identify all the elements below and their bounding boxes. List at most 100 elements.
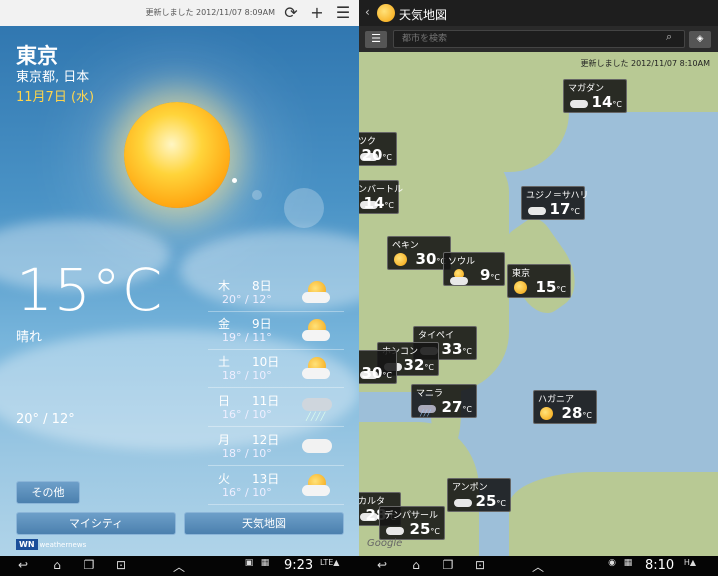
- forecast-temps: 19° / 11°: [222, 331, 272, 344]
- cloud-icon: [570, 96, 588, 110]
- back-chevron-icon[interactable]: ‹: [365, 5, 370, 19]
- app-sun-icon: [377, 4, 395, 22]
- rain-cloud-icon: ╱╱╱╱: [302, 394, 332, 422]
- city-weather-marker[interactable]: ペキン 30°C: [387, 236, 451, 270]
- city-temp: 20°C: [361, 146, 392, 164]
- city-temp: 17°C: [549, 200, 580, 218]
- city-temp: 14°C: [363, 194, 394, 212]
- forecast-day: 11日: [252, 394, 280, 408]
- forecast-dow: 土: [218, 355, 231, 369]
- updated-text: 更新しました 2012/11/07 8:10AM: [580, 59, 710, 68]
- forecast-temps: 16° / 10°: [222, 486, 272, 499]
- land-new-guinea: [509, 472, 718, 556]
- page-title: 天気地図: [399, 8, 448, 22]
- city-weather-marker[interactable]: 東京 15°C: [507, 264, 571, 298]
- refresh-icon[interactable]: ⟳: [281, 3, 301, 23]
- screenshot-icon[interactable]: ⊡: [112, 558, 130, 572]
- search-icon[interactable]: ⌕: [666, 30, 672, 44]
- partly-sunny-icon: [302, 317, 332, 345]
- city-weather-marker[interactable]: 30°C: [359, 350, 397, 384]
- recent-apps-icon[interactable]: ❐: [80, 558, 98, 572]
- city-temp: 9°C: [479, 266, 500, 284]
- forecast-dow: 日: [218, 394, 231, 408]
- back-icon[interactable]: ↩: [373, 558, 391, 572]
- sun-icon: [124, 102, 230, 208]
- city-weather-marker[interactable]: ハガニア 28°C: [533, 390, 597, 424]
- nav-bar: ↩ ⌂ ❐ ⊡ ︿ ▣ ▦ 9:23 LTE▲: [0, 556, 359, 576]
- other-button[interactable]: その他: [16, 481, 80, 504]
- list-menu-icon[interactable]: ☰: [333, 3, 353, 23]
- weather-map-button[interactable]: 天気地図: [184, 512, 344, 535]
- city-weather-marker[interactable]: デンパサール 25°C: [379, 506, 445, 540]
- city-weather-marker[interactable]: ツク 20°C: [359, 132, 397, 166]
- map-area[interactable]: [359, 52, 718, 556]
- city-temp: 32°C: [403, 356, 434, 374]
- forecast-day: 13日: [252, 472, 280, 486]
- forecast-day: 10日: [252, 355, 280, 369]
- land-korea: [479, 182, 509, 242]
- chevron-up-icon[interactable]: ︿: [170, 558, 188, 575]
- city-weather-marker[interactable]: ソウル 9°C: [443, 252, 505, 286]
- menu-icon[interactable]: ☰: [365, 31, 387, 48]
- city-temp: 30°C: [415, 250, 446, 268]
- city-temp: 15°C: [535, 278, 566, 296]
- current-condition: 晴れ: [16, 330, 43, 345]
- sun-icon: [540, 407, 556, 421]
- city-weather-marker[interactable]: ユジノ＝サハリ 17°C: [521, 186, 588, 220]
- city-name: マニラ: [416, 389, 444, 399]
- chevron-up-icon[interactable]: ︿: [529, 558, 547, 575]
- sun-icon: [394, 253, 410, 267]
- sun-icon: [514, 281, 530, 295]
- forecast-row: 月 12日 18° / 10°: [208, 428, 344, 466]
- top-bar: 更新しました 2012/11/07 8:09AM ⟳ + ☰: [0, 0, 359, 26]
- back-icon[interactable]: ↩: [14, 558, 32, 572]
- forecast-row: 土 10日 18° / 10°: [208, 350, 344, 388]
- city-name: ソウル: [448, 257, 476, 267]
- weather-map-pane: ‹ 天気地図 ☰ ⌕ ◈ 更新しました 2012/11/07 8:10AM マガ…: [359, 0, 718, 576]
- google-logo: Google: [367, 538, 403, 549]
- lens-flare: [252, 190, 262, 200]
- location-icon[interactable]: ◈: [689, 31, 711, 48]
- city-temp: 25°C: [409, 520, 440, 538]
- forecast-row: 金 9日 19° / 11°: [208, 312, 344, 350]
- cloud-icon: [386, 523, 404, 537]
- signal-icon: LTE▲: [320, 558, 340, 567]
- partly-sunny-icon: [302, 355, 332, 383]
- cloudy-icon: [302, 433, 332, 461]
- city-weather-marker[interactable]: アンポン 25°C: [447, 478, 511, 512]
- rain-cloud-icon: ╱╱╱: [418, 401, 436, 417]
- forecast-temps: 18° / 10°: [222, 369, 272, 382]
- forecast-dow: 金: [218, 317, 231, 331]
- screenshot-icon[interactable]: ⊡: [471, 558, 489, 572]
- status-clock: 8:10: [645, 558, 675, 573]
- cloud-icon: [454, 495, 472, 509]
- forecast-dow: 木: [218, 279, 231, 293]
- city-temp: 27°C: [441, 398, 472, 416]
- city-temp: 30°C: [361, 364, 392, 382]
- forecast-dow: 火: [218, 472, 231, 486]
- city-weather-marker[interactable]: マガダン 14°C: [563, 79, 627, 113]
- city-temp: 25°C: [475, 492, 506, 510]
- mycity-button[interactable]: マイシティ: [16, 512, 176, 535]
- status-clock: 9:23: [284, 558, 314, 573]
- city-weather-marker[interactable]: ンバートル 14°C: [359, 180, 403, 214]
- weathernews-logo: WN weathernews: [16, 539, 86, 550]
- forecast-temps: 18° / 10°: [222, 447, 272, 460]
- gallery-icon: ▦: [623, 558, 633, 568]
- forecast-day: 12日: [252, 433, 280, 447]
- home-icon[interactable]: ⌂: [407, 558, 425, 572]
- forecast-row: 日 11日 16° / 10° ╱╱╱╱: [208, 389, 344, 427]
- gallery-icon: ▦: [260, 558, 270, 568]
- signal-icon: H▲: [683, 558, 697, 567]
- nav-bar: ↩ ⌂ ❐ ⊡ ︿ ◉ ▦ 8:10 H▲: [359, 556, 718, 576]
- cloud-icon: [528, 203, 546, 217]
- forecast-day: 8日: [252, 279, 272, 293]
- city-temp: 14°C: [591, 93, 622, 111]
- forecast-row: 木 8日 20° / 12°: [208, 274, 344, 312]
- recent-apps-icon[interactable]: ❐: [439, 558, 457, 572]
- city-search-input[interactable]: [393, 30, 685, 48]
- today-hi-lo: 20° / 12°: [16, 412, 75, 427]
- add-icon[interactable]: +: [307, 3, 327, 23]
- city-weather-marker[interactable]: マニラ ╱╱╱ 27°C: [411, 384, 477, 418]
- home-icon[interactable]: ⌂: [48, 558, 66, 572]
